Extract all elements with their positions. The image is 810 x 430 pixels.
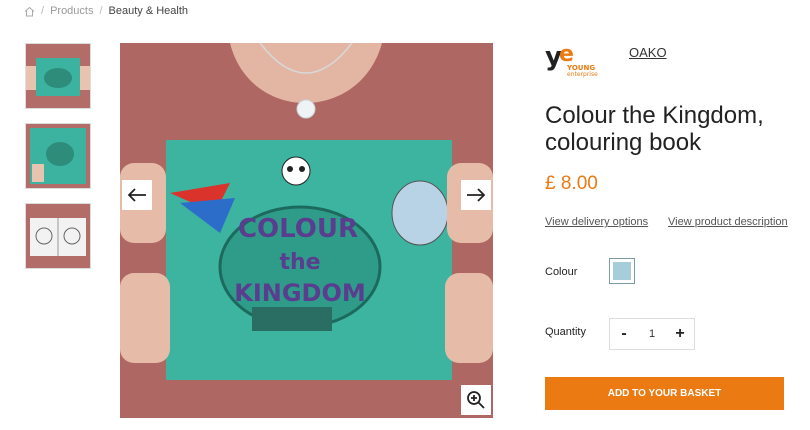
zoom-button[interactable] (461, 385, 491, 415)
breadcrumb: / Products / Beauty & Health (24, 5, 188, 17)
next-image-button[interactable] (461, 180, 491, 210)
previous-image-button[interactable] (122, 180, 152, 210)
add-to-basket-button[interactable]: ADD TO YOUR BASKET (545, 377, 784, 410)
breadcrumb-separator: / (41, 5, 45, 17)
delivery-options-link[interactable]: View delivery options (545, 216, 648, 228)
increase-quantity-button[interactable]: + (666, 325, 694, 343)
arrow-left-icon (127, 188, 146, 202)
thumbnail-2[interactable] (25, 123, 91, 189)
main-product-image[interactable]: COLOUR the KINGDOM (120, 43, 493, 418)
thumbnail-3[interactable] (25, 203, 91, 269)
quantity-label: Quantity (545, 326, 586, 338)
cover-title-line3: KINGDOM (234, 279, 366, 307)
breadcrumb-products[interactable]: Products (50, 5, 93, 17)
brand-logo[interactable]: y e YOUNG enterprise (545, 41, 615, 81)
product-title: Colour the Kingdom, colouring book (545, 102, 764, 156)
colour-swatch-fill (613, 262, 631, 280)
svg-text:enterprise: enterprise (567, 71, 598, 78)
product-price: £ 8.00 (545, 173, 598, 194)
quantity-stepper: - 1 + (609, 318, 695, 350)
brand-link[interactable]: OAKO (629, 45, 667, 60)
cover-title-line2: the (279, 250, 320, 275)
decrease-quantity-button[interactable]: - (610, 325, 638, 343)
thumbnail-1[interactable] (25, 43, 91, 109)
zoom-in-icon (467, 391, 485, 409)
colour-swatch[interactable] (609, 258, 635, 284)
breadcrumb-current[interactable]: Beauty & Health (109, 5, 189, 17)
cover-title-line1: COLOUR (238, 214, 358, 244)
product-description-link[interactable]: View product description (668, 216, 788, 228)
quantity-value[interactable]: 1 (638, 328, 666, 340)
breadcrumb-separator: / (99, 5, 103, 17)
thumbnail-list (25, 43, 91, 283)
home-icon[interactable] (24, 6, 35, 17)
colour-label: Colour (545, 266, 578, 278)
arrow-right-icon (467, 188, 486, 202)
